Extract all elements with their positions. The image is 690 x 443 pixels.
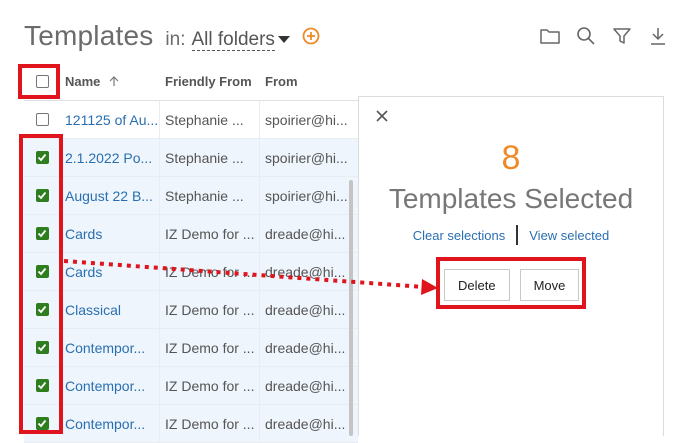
selected-count: 8 [501,139,521,177]
template-name-link[interactable]: 121125 of Au... [60,101,160,138]
download-icon[interactable] [645,24,671,48]
row-checkbox-cell [24,291,60,328]
row-checkbox[interactable] [35,151,49,164]
row-checkbox-cell [24,177,60,214]
row-checkbox[interactable] [35,417,49,430]
from-cell: spoirier@hi... [265,149,348,166]
row-checkbox-cell [24,367,60,404]
template-name-link[interactable]: August 22 B... [60,177,160,214]
row-checkbox[interactable] [35,341,49,354]
row-checkbox-cell [24,329,60,366]
row-checkbox-cell [24,253,60,290]
friendly-from-cell: IZ Demo for ... [160,405,260,442]
clear-selections-link[interactable]: Clear selections [413,228,506,243]
table-header-row: Name Friendly From From [24,62,358,101]
selection-links: Clear selections View selected [359,225,663,245]
table-row[interactable]: August 22 B... Stephanie ... spoirier@hi..… [24,177,358,215]
table-row[interactable]: Contempor... IZ Demo for ... dreade@hi... [24,329,358,367]
column-header-name[interactable]: Name [60,62,160,100]
template-name-link[interactable]: 2.1.2022 Po... [60,139,160,176]
delete-button[interactable]: Delete [444,269,510,301]
from-cell: dreade@hi... [265,377,346,394]
toolbar [537,24,671,48]
table-row[interactable]: Classical IZ Demo for ... dreade@hi... [24,291,358,329]
friendly-from-cell: Stephanie ... [160,101,260,138]
template-name-link[interactable]: Cards [60,215,160,252]
table-row[interactable]: Cards IZ Demo for ... dreade@hi... [24,215,358,253]
close-icon[interactable] [375,109,389,123]
add-circle-icon[interactable] [302,27,320,45]
row-checkbox[interactable] [35,265,49,278]
select-all-cell [24,62,60,100]
checkmark-icon [37,419,47,428]
table-body: 121125 of Au... Stephanie ... spoirier@hi.… [24,101,358,443]
selection-panel: 8 Templates Selected Clear selections Vi… [358,96,664,436]
from-cell: spoirier@hi... [265,111,348,128]
friendly-from-cell: IZ Demo for ... [160,253,260,290]
friendly-from-cell: IZ Demo for ... [160,329,260,366]
checkmark-icon [37,153,47,162]
row-checkbox[interactable] [35,227,49,240]
view-selected-link[interactable]: View selected [529,228,609,243]
checkmark-icon [37,267,47,276]
row-checkbox[interactable] [35,379,49,392]
table-row[interactable]: 2.1.2022 Po... Stephanie ... spoirier@hi..… [24,139,358,177]
caret-down-icon[interactable] [277,36,290,43]
table-row[interactable]: 121125 of Au... Stephanie ... spoirier@hi.… [24,101,358,139]
folder-icon[interactable] [537,24,563,48]
row-checkbox-cell [24,405,60,442]
column-header-friendly-from[interactable]: Friendly From [160,62,260,100]
select-all-checkbox[interactable] [35,74,49,88]
row-checkbox[interactable] [35,113,49,126]
templates-table: Name Friendly From From 121125 of Au... S… [24,62,358,443]
template-name-link[interactable]: Contempor... [60,367,160,404]
checkmark-icon [37,229,47,238]
from-cell: dreade@hi... [265,225,346,242]
row-checkbox-cell [24,139,60,176]
friendly-from-cell: Stephanie ... [160,177,260,214]
friendly-from-cell: IZ Demo for ... [160,367,260,404]
friendly-from-cell: Stephanie ... [160,139,260,176]
filter-icon[interactable] [609,24,635,48]
link-separator [516,225,519,245]
page-title: Templates [24,20,154,51]
template-name-link[interactable]: Contempor... [60,405,160,442]
template-name-link[interactable]: Cards [60,253,160,290]
move-button[interactable]: Move [519,269,580,301]
sort-ascending-icon[interactable] [108,75,120,87]
table-row[interactable]: Contempor... IZ Demo for ... dreade@hi... [24,367,358,405]
bulk-actions: Delete Move [444,269,580,301]
selected-label: Templates Selected [388,183,634,214]
folder-dropdown[interactable]: All folders [191,30,275,51]
table-row[interactable]: Contempor... IZ Demo for ... dreade@hi... [24,405,358,443]
table-row[interactable]: Cards IZ Demo for ... dreade@hi... [24,253,358,291]
checkmark-icon [37,305,47,314]
row-checkbox[interactable] [35,189,49,202]
row-checkbox[interactable] [35,303,49,316]
from-cell: dreade@hi... [265,339,346,356]
checkmark-icon [37,191,47,200]
from-cell: dreade@hi... [265,263,346,280]
from-cell: dreade@hi... [265,415,346,432]
page-header: Templates in: All folders [24,20,290,54]
from-cell: spoirier@hi... [265,187,348,204]
checkmark-icon [37,343,47,352]
row-checkbox-cell [24,101,60,138]
template-name-link[interactable]: Classical [60,291,160,328]
friendly-from-cell: IZ Demo for ... [160,215,260,252]
friendly-from-cell: IZ Demo for ... [160,291,260,328]
table-scrollbar[interactable] [349,180,353,436]
search-icon[interactable] [573,24,599,48]
template-name-link[interactable]: Contempor... [60,329,160,366]
folder-in-label: in: [165,29,186,50]
checkmark-icon [37,381,47,390]
column-header-name-label: Name [65,73,101,89]
column-header-from[interactable]: From [260,62,358,100]
row-checkbox-cell [24,215,60,252]
from-cell: dreade@hi... [265,301,346,318]
